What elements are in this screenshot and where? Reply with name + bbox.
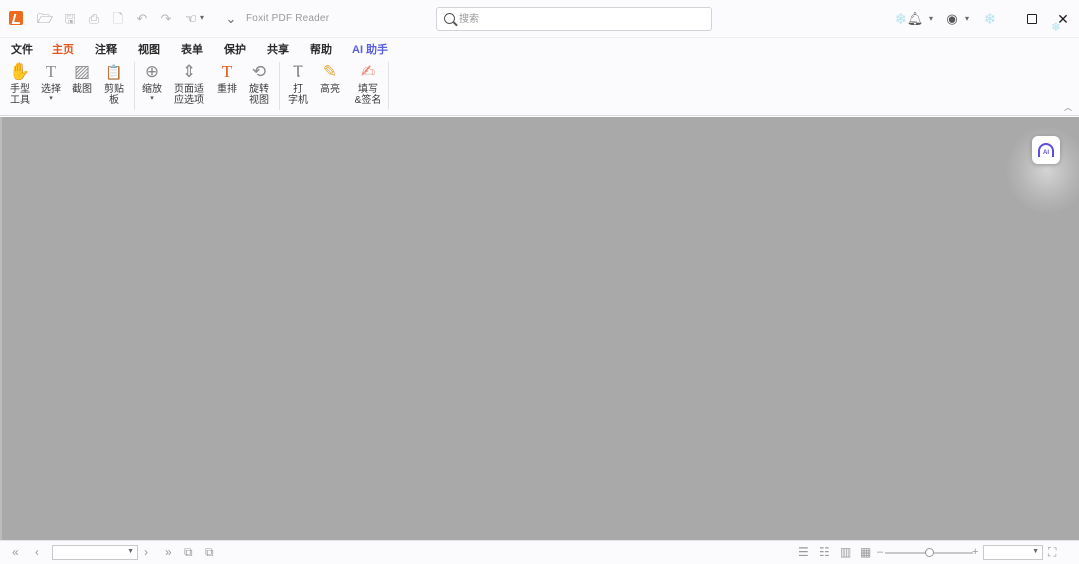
fill-sign-button[interactable]: ✍ 填写 &签名 (352, 60, 384, 106)
chevron-down-icon: ▾ (49, 95, 53, 102)
fullscreen-icon[interactable]: ⛶ (1048, 545, 1056, 559)
redo-icon[interactable]: ↷ (158, 11, 174, 27)
fit-page-options-button[interactable]: ⇕ 页面适 应选项 (170, 60, 208, 106)
highlight-icon: ✎ (322, 62, 338, 81)
undo-icon[interactable]: ↶ (134, 11, 150, 27)
typewriter-icon: Ⲧ (292, 62, 304, 81)
next-view-icon[interactable]: ⧉ (205, 545, 214, 559)
tool-label: 选择 (41, 84, 61, 95)
page-number-field[interactable]: ▼ (52, 545, 138, 560)
chevron-down-icon: ▼ (1032, 548, 1039, 555)
hand-tool-icon[interactable]: ☜ (183, 11, 199, 27)
collapse-ribbon-icon[interactable]: ︿ (1064, 102, 1072, 113)
select-text-icon: T (45, 62, 57, 81)
search-input[interactable] (459, 11, 699, 27)
ribbon-toolbar: ✋ 手型 工具 T 选择 ▾ ▨ 截图 📋 剪贴 板 ⊕ 缩放 ▾ ⇕ 页面适 … (0, 58, 1079, 116)
tab-help[interactable]: 帮助 (310, 41, 332, 57)
snapshot-icon: ▨ (73, 62, 91, 81)
snowflake-decoration-icon: ❄ (983, 11, 997, 28)
fit-page-icon: ⇕ (181, 62, 197, 81)
ribbon-separator (279, 62, 280, 110)
continuous-page-icon[interactable]: ☷ (819, 545, 830, 559)
single-page-icon[interactable]: ☰ (798, 545, 809, 559)
tab-home[interactable]: 主页 (50, 41, 76, 60)
tool-label: 页面适 应选项 (174, 84, 204, 106)
zoom-button[interactable]: ⊕ 缩放 ▾ (138, 60, 166, 102)
notification-bell-icon[interactable]: 🔔︎ (906, 10, 924, 28)
zoom-in-icon[interactable]: + (972, 545, 978, 559)
ribbon-separator (134, 62, 135, 110)
tool-label: 打 字机 (288, 84, 308, 106)
typewriter-button[interactable]: Ⲧ 打 字机 (284, 60, 312, 106)
notification-dropdown-icon[interactable]: ▾ (929, 14, 933, 23)
tool-label: 重排 (217, 84, 237, 95)
highlight-button[interactable]: ✎ 高亮 (316, 60, 344, 95)
foxit-logo-icon (9, 11, 23, 25)
hand-icon: ✋ (9, 62, 31, 81)
next-page-icon[interactable]: › (144, 545, 148, 559)
ai-assistant-float-button[interactable]: AI (1032, 136, 1060, 164)
tab-file[interactable]: 文件 (11, 41, 33, 57)
hand-tool-dropdown-icon[interactable]: ▾ (200, 13, 204, 22)
tool-label: 高亮 (320, 84, 340, 95)
zoom-out-icon[interactable]: – (877, 545, 883, 559)
zoom-slider-handle[interactable] (925, 548, 934, 557)
account-icon[interactable]: ◉ (943, 10, 961, 28)
status-bar: « ‹ ▼ › » ⧉ ⧉ ☰ ☷ ▥ ▦ – + ▼ ⛶ (0, 540, 1079, 564)
tool-label: 手型 工具 (10, 84, 30, 106)
maximize-button[interactable] (1023, 10, 1041, 28)
continuous-facing-icon[interactable]: ▦ (860, 545, 871, 559)
tool-label: 旋转 视图 (249, 84, 269, 106)
search-box[interactable] (436, 7, 712, 31)
customize-quick-access-icon[interactable]: ⌄ (223, 11, 239, 27)
reflow-button[interactable]: T 重排 (213, 60, 241, 95)
clipboard-icon: 📋 (105, 64, 123, 80)
tab-form[interactable]: 表单 (181, 41, 203, 57)
previous-page-icon[interactable]: ‹ (35, 545, 39, 559)
maximize-icon (1027, 14, 1037, 24)
tool-label: 截图 (72, 84, 92, 95)
previous-view-icon[interactable]: ⧉ (184, 545, 193, 559)
search-icon (444, 13, 455, 24)
app-title: Foxit PDF Reader (246, 13, 330, 24)
title-bar: 🗁 🖫 ⎙ 🗋 ↶ ↷ ☜ ▾ ⌄ Foxit PDF Reader ❄ 🔔︎ … (0, 0, 1079, 38)
first-page-icon[interactable]: « (12, 545, 19, 559)
new-doc-icon[interactable]: 🗋 (110, 11, 126, 27)
zoom-icon: ⊕ (144, 62, 160, 81)
last-page-icon[interactable]: » (165, 545, 172, 559)
snowflake-decoration-icon: ❄ (1050, 20, 1062, 34)
print-icon[interactable]: ⎙ (86, 11, 102, 27)
zoom-level-field[interactable]: ▼ (983, 545, 1043, 560)
select-button[interactable]: T 选择 ▾ (37, 60, 65, 102)
chevron-down-icon: ▼ (127, 548, 134, 555)
tab-ai-assistant[interactable]: AI 助手 (352, 41, 388, 57)
chevron-down-icon: ▾ (150, 95, 154, 102)
reflow-icon: T (221, 62, 233, 81)
tab-share[interactable]: 共享 (267, 41, 289, 57)
tab-view[interactable]: 视图 (138, 41, 160, 57)
ribbon-separator (388, 62, 389, 110)
tab-comment[interactable]: 注释 (95, 41, 117, 57)
rotate-view-icon: ⟲ (251, 62, 267, 81)
ribbon-tabs: 文件 主页 注释 视图 表单 保护 共享 帮助 AI 助手 (0, 38, 1079, 60)
rotate-view-button[interactable]: ⟲ 旋转 视图 (245, 60, 273, 106)
clipboard-button[interactable]: 📋 剪贴 板 (100, 60, 128, 106)
facing-page-icon[interactable]: ▥ (840, 545, 851, 559)
hand-tool-button[interactable]: ✋ 手型 工具 (6, 60, 34, 106)
document-area[interactable] (0, 117, 1079, 540)
folder-open-icon[interactable]: 🗁 (37, 11, 53, 27)
tab-protect[interactable]: 保护 (224, 41, 246, 57)
fill-sign-icon: ✍ (360, 62, 376, 81)
ai-headset-icon: AI (1038, 143, 1054, 157)
tool-label: 缩放 (142, 84, 162, 95)
account-dropdown-icon[interactable]: ▾ (965, 14, 969, 23)
tool-label: 填写 &签名 (354, 84, 382, 106)
save-icon[interactable]: 🖫 (62, 11, 78, 27)
tool-label: 剪贴 板 (104, 84, 124, 106)
snapshot-button[interactable]: ▨ 截图 (68, 60, 96, 95)
